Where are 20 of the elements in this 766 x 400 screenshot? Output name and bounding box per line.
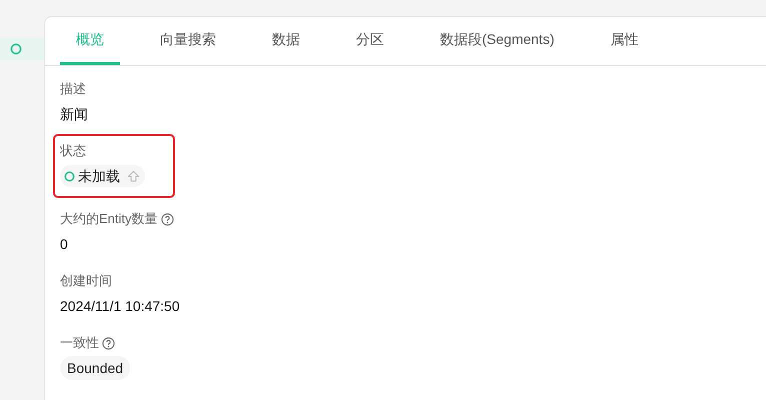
status-text: 未加载 [78,166,120,186]
tab[interactable]: 属性 [594,17,654,65]
field-label: 一致性 [60,334,99,352]
field-value: 2024/11/1 10:47:50 [60,296,180,316]
upload-arrow-icon [126,170,140,182]
field-label: 描述 [60,80,86,98]
status-circle-icon [64,170,75,182]
tab[interactable]: 分区 [340,17,400,65]
help-icon[interactable] [102,336,115,350]
tab[interactable]: 数据段(Segments) [424,17,570,65]
tab[interactable]: 向量搜索 [144,17,232,65]
tab[interactable]: 数据 [256,17,316,65]
consistency-tag: Bounded [60,356,130,380]
field-label: 大约的Entity数量 [60,210,158,228]
help-icon[interactable] [160,212,174,226]
status-circle-icon [10,43,22,55]
field-label: 状态 [60,142,86,160]
field-value: 新闻 [60,104,88,124]
field-label: 创建时间 [60,272,112,290]
field-value: 0 [60,234,68,254]
